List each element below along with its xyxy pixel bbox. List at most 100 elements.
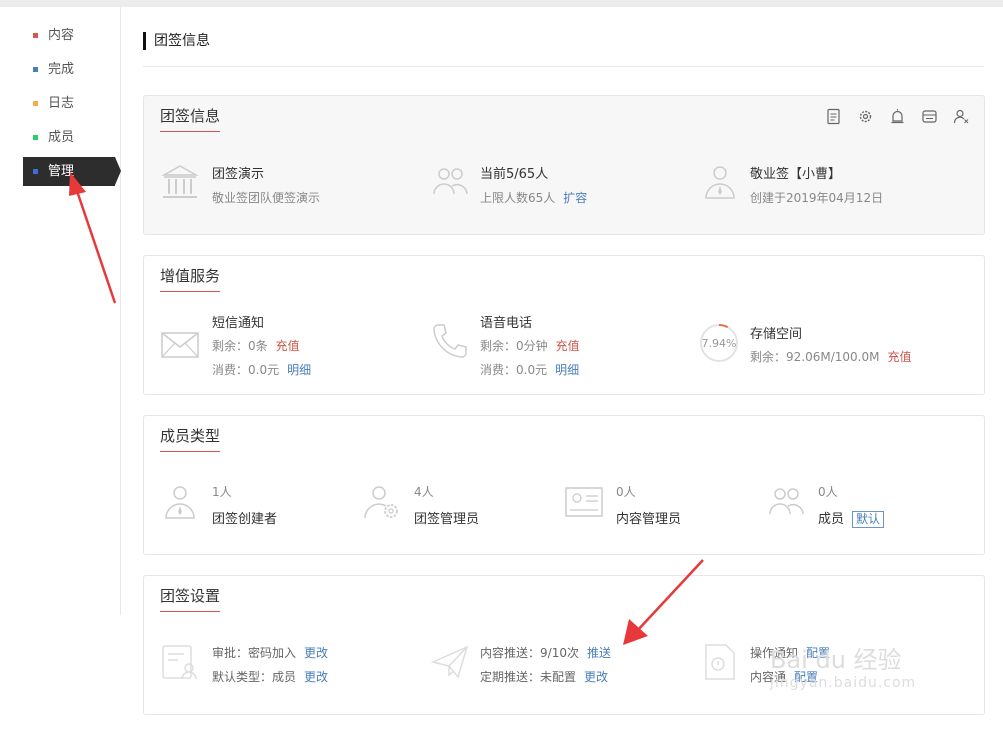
member-type-count: 0人 bbox=[616, 485, 636, 499]
storage-remain: 92.06M/100.0M bbox=[786, 350, 880, 364]
paper-plane-icon bbox=[430, 645, 469, 679]
approval-value: 密码加入 bbox=[248, 646, 297, 660]
user-tie-icon bbox=[165, 486, 195, 519]
sidebar-item-done[interactable]: 完成 bbox=[23, 55, 115, 84]
group-users-icon bbox=[769, 488, 804, 515]
push-link[interactable]: 推送 bbox=[587, 646, 611, 660]
member-remove-icon[interactable] bbox=[953, 108, 970, 125]
sidebar-item-content[interactable]: 内容 bbox=[23, 21, 115, 50]
team-name: 团签演示 bbox=[212, 167, 265, 182]
storage-remain-line: 剩余：92.06M/100.0M 充值 bbox=[750, 348, 912, 365]
settings-gear-icon[interactable] bbox=[857, 108, 874, 125]
remain-label: 剩余： bbox=[212, 339, 249, 353]
card-icon[interactable] bbox=[921, 108, 938, 125]
remain-label: 剩余： bbox=[480, 339, 517, 353]
watermark-url: jingyan.baidu.com bbox=[770, 675, 917, 691]
spent-label: 消费： bbox=[480, 363, 517, 377]
push-line: 内容推送：9/10次 推送 bbox=[480, 644, 611, 661]
storage-progress-ring: 7.94% bbox=[700, 324, 738, 362]
scheduled-label: 定期推送： bbox=[480, 670, 541, 684]
sidebar-item-members[interactable]: 成员 bbox=[23, 123, 115, 152]
voice-detail-link[interactable]: 明细 bbox=[555, 363, 579, 377]
sms-remain-line: 剩余：0条 充值 bbox=[212, 337, 300, 354]
member-types-card: 成员类型 1人 团签创建者 4人 团签管理员 0人 内容管理员 0人 成员 默认 bbox=[143, 415, 985, 555]
sms-title: 短信通知 bbox=[212, 316, 265, 331]
sidebar: 内容 完成 日志 成员 管理 bbox=[0, 7, 121, 615]
member-type-name: 成员 bbox=[818, 512, 845, 527]
remain-label: 剩余： bbox=[750, 350, 787, 364]
user-gear-icon bbox=[364, 486, 398, 519]
phone-icon bbox=[433, 324, 467, 358]
blue-dot-icon bbox=[33, 169, 38, 174]
voice-spent: 0.0元 bbox=[516, 363, 548, 377]
card-heading: 增值服务 bbox=[160, 266, 221, 292]
watermark-brand: Bai du 经验 bbox=[770, 646, 902, 674]
red-arrow-to-push bbox=[623, 559, 704, 645]
voice-recharge-link[interactable]: 充值 bbox=[556, 339, 580, 353]
envelope-icon bbox=[161, 332, 199, 358]
member-type-name: 团签管理员 bbox=[414, 512, 480, 527]
default-type-change-link[interactable]: 更改 bbox=[304, 670, 328, 684]
push-label: 内容推送： bbox=[480, 646, 541, 660]
voice-remain: 0分钟 bbox=[516, 339, 548, 353]
voice-spent-line: 消费：0.0元 明细 bbox=[480, 361, 579, 378]
card-heading: 团签设置 bbox=[160, 586, 221, 612]
team-info-card: 团签信息 团签演示 敬业签团队便签演示 当前5/65人 上限人数65人 扩容 敬业… bbox=[143, 95, 985, 235]
member-type-count: 1人 bbox=[212, 485, 232, 499]
sms-detail-link[interactable]: 明细 bbox=[287, 363, 311, 377]
top-bar bbox=[0, 0, 1003, 7]
spent-label: 消费： bbox=[212, 363, 249, 377]
card-heading: 成员类型 bbox=[160, 426, 221, 452]
approval-line: 审批：密码加入 更改 bbox=[212, 644, 328, 661]
storage-recharge-link[interactable]: 充值 bbox=[887, 350, 911, 364]
sms-spent-line: 消费：0.0元 明细 bbox=[212, 361, 311, 378]
header-icons bbox=[815, 108, 970, 129]
user-tie-icon bbox=[705, 166, 735, 199]
voice-remain-line: 剩余：0分钟 充值 bbox=[480, 337, 580, 354]
storage-title: 存储空间 bbox=[750, 327, 803, 342]
member-type-count: 4人 bbox=[414, 485, 434, 499]
document-icon[interactable] bbox=[825, 108, 842, 125]
page-title: 团签信息 bbox=[143, 32, 210, 50]
storage-percent: 7.94% bbox=[702, 337, 737, 350]
blue-dot-icon bbox=[33, 67, 38, 72]
created-date: 创建于2019年04月12日 bbox=[750, 191, 884, 205]
approval-change-link[interactable]: 更改 bbox=[304, 646, 328, 660]
red-arrow-to-manage bbox=[69, 172, 117, 304]
sidebar-item-label: 内容 bbox=[48, 28, 75, 43]
sms-recharge-link[interactable]: 充值 bbox=[276, 339, 300, 353]
sidebar-item-label: 完成 bbox=[48, 62, 75, 77]
red-dot-icon bbox=[33, 33, 38, 38]
owner-name: 敬业签【小曹】 bbox=[750, 167, 842, 182]
watermark: Bai du 经验 jingyan.baidu.com bbox=[770, 640, 916, 691]
default-type-label: 默认类型： bbox=[212, 670, 273, 684]
voice-title: 语音电话 bbox=[480, 316, 533, 331]
default-type-line: 默认类型：成员 更改 bbox=[212, 668, 328, 685]
green-dot-icon bbox=[33, 135, 38, 140]
member-limit: 上限人数65人 bbox=[480, 191, 556, 205]
id-card-icon bbox=[565, 487, 603, 517]
member-limit-line: 上限人数65人 扩容 bbox=[480, 189, 587, 206]
team-desc: 敬业签团队便签演示 bbox=[212, 191, 321, 205]
member-type-name: 团签创建者 bbox=[212, 512, 278, 527]
push-value: 9/10次 bbox=[540, 646, 579, 660]
member-type-count: 0人 bbox=[818, 485, 838, 499]
group-users-icon bbox=[433, 168, 468, 195]
bank-building-icon bbox=[161, 165, 199, 198]
approval-label: 审批： bbox=[212, 646, 249, 660]
expand-link[interactable]: 扩容 bbox=[563, 191, 587, 205]
sms-spent: 0.0元 bbox=[248, 363, 280, 377]
member-type-name: 内容管理员 bbox=[616, 512, 682, 527]
card-heading: 团签信息 bbox=[160, 106, 221, 132]
scheduled-change-link[interactable]: 更改 bbox=[584, 670, 608, 684]
sidebar-item-label: 日志 bbox=[48, 96, 75, 111]
sms-remain: 0条 bbox=[248, 339, 268, 353]
yellow-dot-icon bbox=[33, 101, 38, 106]
sidebar-item-log[interactable]: 日志 bbox=[23, 89, 115, 118]
default-type-value: 成员 bbox=[272, 670, 297, 684]
member-type-name-line: 成员 默认 bbox=[818, 508, 885, 528]
default-badge: 默认 bbox=[852, 511, 885, 528]
member-count: 当前5/65人 bbox=[480, 167, 549, 182]
alarm-icon[interactable] bbox=[889, 108, 906, 125]
value-service-card: 增值服务 短信通知 剩余：0条 充值 消费：0.0元 明细 语音电话 剩余：0分钟充… bbox=[143, 255, 985, 395]
